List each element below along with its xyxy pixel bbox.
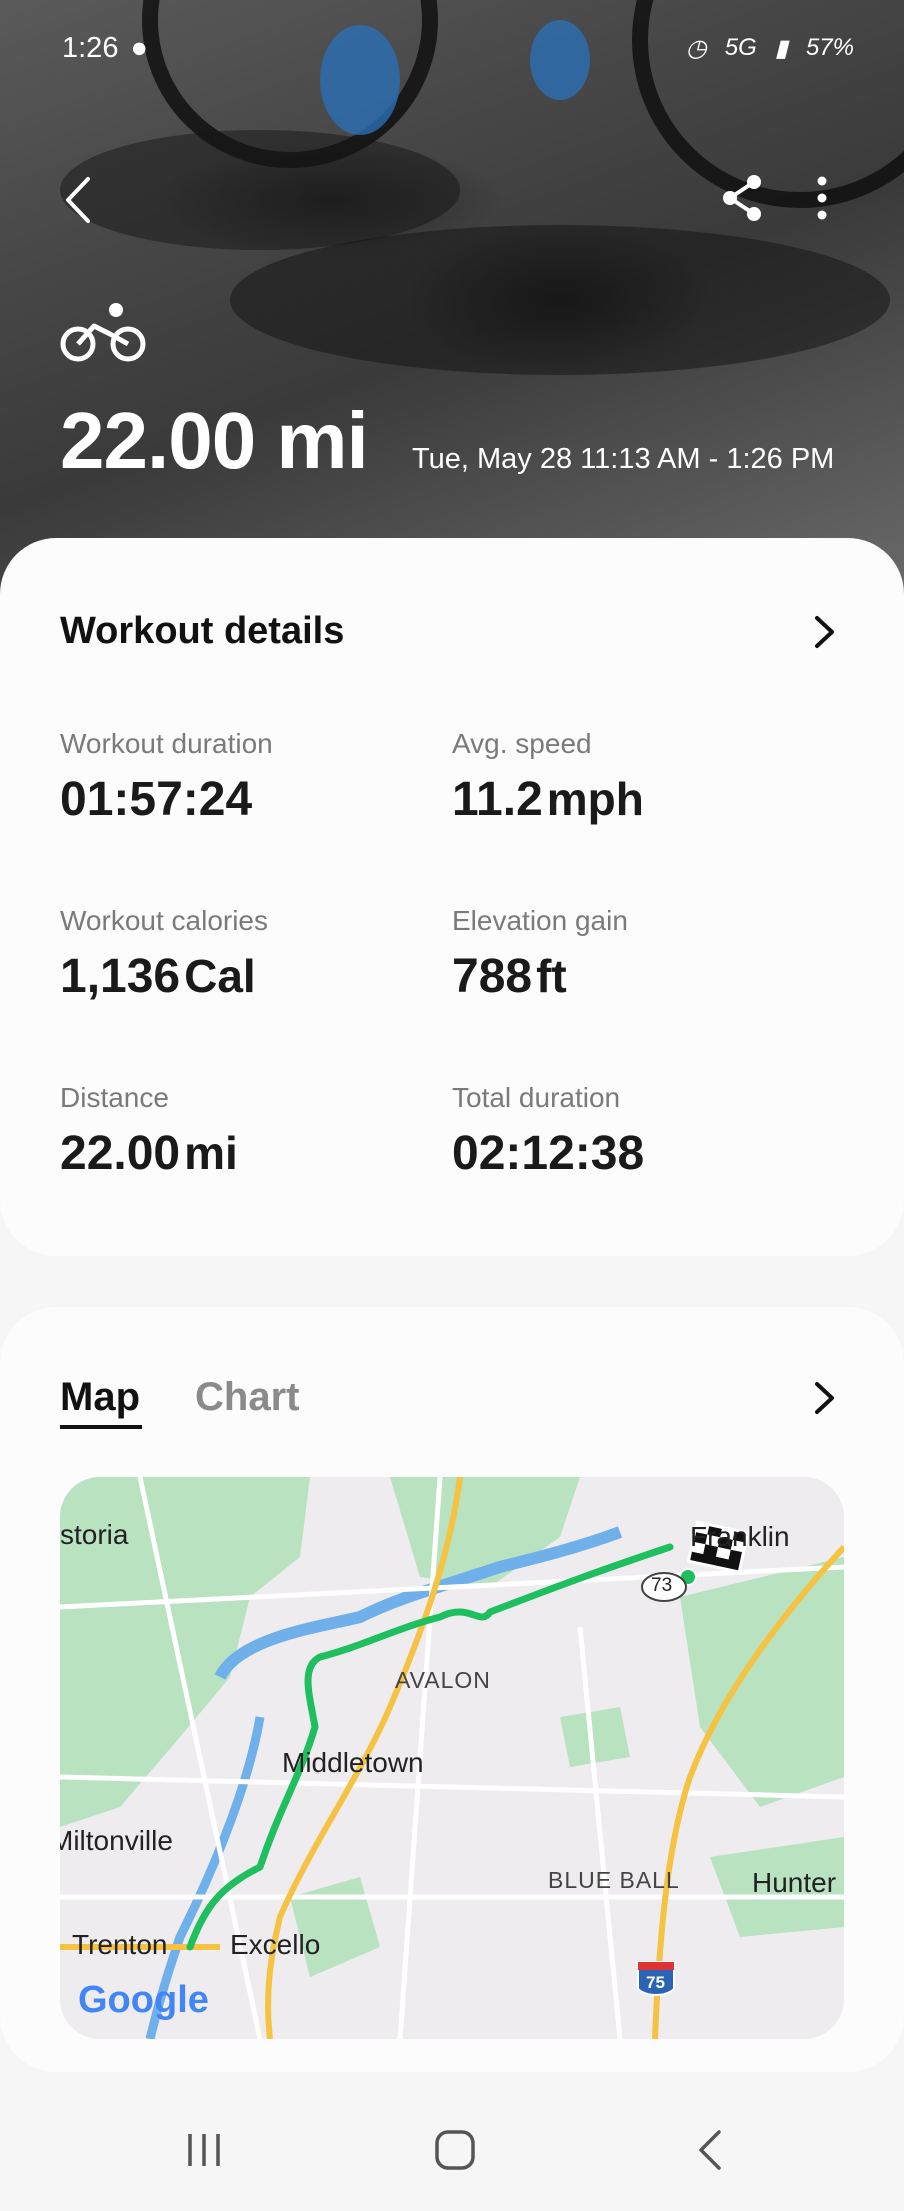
- google-logo: Google: [78, 1979, 209, 2021]
- map-graphic: [60, 1477, 844, 2039]
- signal-icon: ▮: [774, 34, 788, 62]
- back-icon: [699, 2130, 721, 2170]
- active-tab-indicator: [60, 1425, 142, 1429]
- workout-date-range: Tue, May 28 11:13 AM - 1:26 PM: [412, 443, 835, 475]
- metric-workout-calories: Workout calories 1,136Cal: [60, 905, 268, 1004]
- share-button[interactable]: [712, 168, 772, 228]
- workout-details-chevron[interactable]: [805, 612, 845, 652]
- cycling-icon: [60, 300, 148, 371]
- map-place-label: AVALON: [395, 1667, 491, 1693]
- alarm-icon: ◷: [685, 34, 707, 62]
- home-button[interactable]: [415, 2120, 495, 2180]
- metric-avg-speed: Avg. speed 11.2mph: [452, 728, 644, 827]
- metric-value: 22.00: [60, 1127, 181, 1180]
- metric-label: Elevation gain: [452, 905, 628, 936]
- system-back-button[interactable]: [670, 2120, 750, 2180]
- map-card-chevron[interactable]: [805, 1378, 845, 1418]
- chevron-right-icon: [815, 1382, 834, 1414]
- metric-unit: Cal: [184, 950, 256, 1002]
- route-shield-label: 73: [651, 1575, 673, 1596]
- home-icon: [435, 2130, 475, 2170]
- metric-value: 788: [452, 950, 533, 1003]
- network-label: 5G: [724, 34, 757, 61]
- more-vert-icon: [817, 176, 827, 220]
- route-map[interactable]: storia Franklin AVALON Middletown Milton…: [60, 1477, 844, 2039]
- chevron-right-icon: [815, 616, 834, 648]
- recent-apps-icon: [188, 2134, 220, 2166]
- metric-workout-duration: Workout duration 01:57:24: [60, 728, 273, 827]
- tab-map[interactable]: Map: [60, 1375, 140, 1420]
- metric-value: 11.2: [452, 773, 543, 826]
- map-place-label: storia: [60, 1519, 129, 1550]
- metric-unit: mi: [184, 1127, 238, 1179]
- tab-chart[interactable]: Chart: [195, 1375, 299, 1420]
- interstate-shield-label: 75: [646, 1973, 665, 1992]
- more-options-button[interactable]: [792, 168, 852, 228]
- back-arrow-icon: [66, 177, 90, 223]
- map-place-label: BLUE BALL: [548, 1867, 680, 1893]
- status-time: 1:26: [62, 31, 119, 64]
- metric-total-duration: Total duration 02:12:38: [452, 1082, 644, 1181]
- metric-value: 1,136: [60, 950, 181, 1003]
- battery-label: 57%: [805, 34, 854, 61]
- back-button[interactable]: [50, 170, 110, 230]
- metric-label: Distance: [60, 1082, 169, 1113]
- total-distance: 22.00 mi: [60, 396, 369, 485]
- metric-unit: mph: [546, 773, 644, 825]
- map-place-label: Miltonville: [60, 1825, 173, 1856]
- metric-label: Workout duration: [60, 728, 273, 759]
- map-place-label: Excello: [230, 1929, 321, 1960]
- workout-details-title: Workout details: [60, 610, 345, 652]
- metric-value: 02:12:38: [452, 1127, 645, 1180]
- metric-elevation-gain: Elevation gain 788ft: [452, 905, 628, 1004]
- recent-apps-button[interactable]: [164, 2120, 244, 2180]
- map-place-label: Hunter: [752, 1867, 837, 1898]
- map-place-label: Franklin: [690, 1521, 790, 1552]
- share-icon: [723, 175, 761, 221]
- metric-distance: Distance 22.00mi: [60, 1082, 238, 1181]
- metric-label: Total duration: [452, 1082, 621, 1113]
- map-place-label: Middletown: [282, 1747, 424, 1778]
- status-bar: 1:26 ● ◷ 5G ▮ 57%: [62, 28, 854, 68]
- message-icon: ●: [130, 31, 148, 64]
- metric-unit: ft: [536, 950, 567, 1002]
- map-place-label: Trenton: [72, 1929, 168, 1960]
- metric-label: Workout calories: [60, 905, 269, 936]
- metric-label: Avg. speed: [452, 728, 592, 759]
- metric-value: 01:57:24: [60, 773, 253, 826]
